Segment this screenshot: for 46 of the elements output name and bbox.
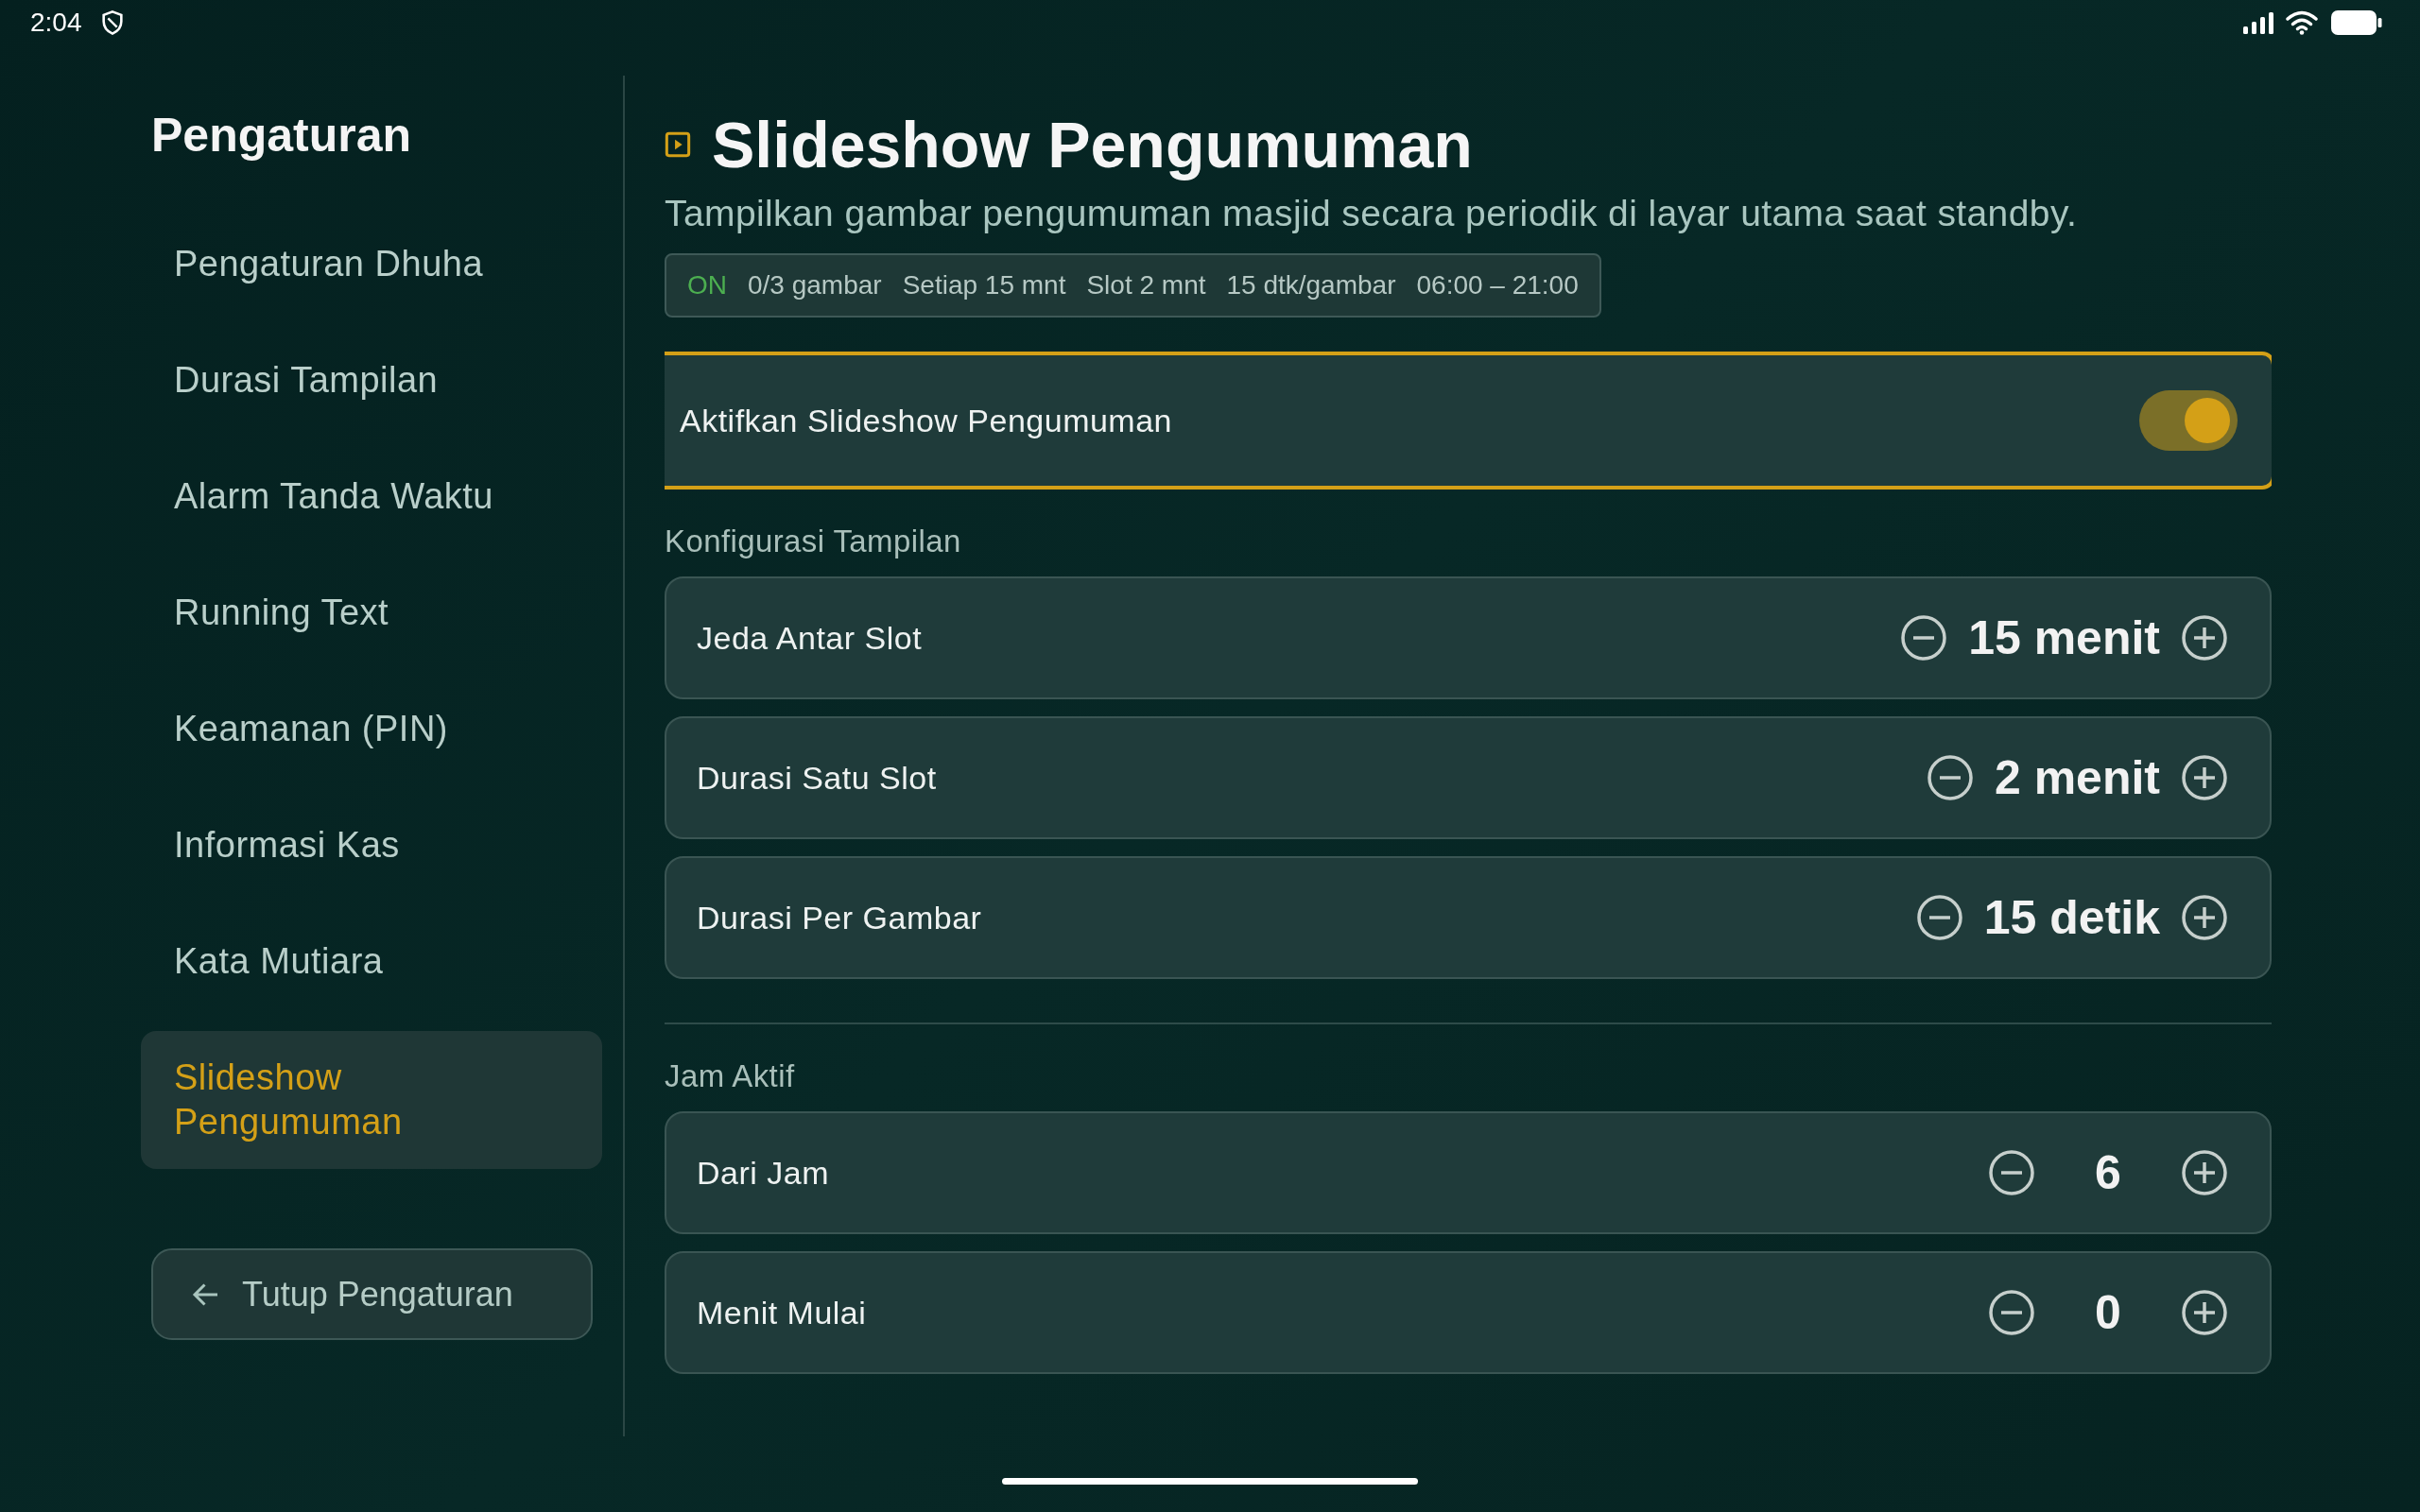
summary-item: Slot 2 mnt (1086, 270, 1206, 301)
minus-icon[interactable] (1988, 1289, 2035, 1336)
setting-value: 2 menit (1994, 750, 2160, 805)
wifi-icon (2286, 10, 2318, 35)
sidebar-item[interactable]: Durasi Tampilan (141, 322, 602, 438)
setting-label: Durasi Per Gambar (697, 899, 982, 936)
setting-label: Menit Mulai (697, 1294, 867, 1332)
setting-label: Jeda Antar Slot (697, 619, 923, 657)
minus-icon[interactable] (1988, 1149, 2035, 1196)
minus-icon[interactable] (1900, 614, 1948, 662)
setting-value: 0 (2094, 1285, 2122, 1340)
sidebar-item[interactable]: Alarm Tanda Waktu (141, 438, 602, 555)
section-title: Jam Aktif (665, 1058, 796, 1094)
plus-icon[interactable] (2181, 614, 2228, 662)
setting-value: 6 (2094, 1145, 2122, 1200)
slideshow-icon (665, 131, 691, 158)
sidebar-title: Pengaturan (151, 108, 413, 163)
setting-value: 15 detik (1983, 890, 2160, 945)
sidebar-item[interactable]: Pengaturan Dhuha (141, 206, 602, 322)
plus-icon[interactable] (2181, 1149, 2228, 1196)
page-description: Tampilkan gambar pengumuman masjid secara periodik di layar utama saat standby. (665, 193, 2079, 234)
sidebar-item[interactable]: Keamanan (PIN) (141, 671, 602, 787)
battery-icon (2331, 10, 2382, 35)
sidebar-item[interactable]: Slideshow Pengumuman (141, 1031, 602, 1169)
status-time: 2:04 (30, 8, 82, 38)
plus-icon[interactable] (2181, 754, 2228, 801)
sidebar-item[interactable]: Kata Mutiara (141, 903, 602, 1020)
setting-label: Dari Jam (697, 1154, 830, 1192)
signal-icon (2242, 11, 2274, 34)
section-title: Konfigurasi Tampilan (665, 524, 962, 559)
page-title: Slideshow Pengumuman (712, 108, 1473, 181)
summary-item: 15 dtk/gambar (1226, 270, 1396, 301)
sidebar-item[interactable]: Running Text (141, 555, 602, 671)
summary-item: Setiap 15 mnt (902, 270, 1066, 301)
close-settings-button[interactable]: Tutup Pengaturan (151, 1248, 593, 1340)
toggle-label: Aktifkan Slideshow Pengumuman (680, 402, 1172, 439)
setting-value: 15 menit (1968, 610, 2160, 665)
summary-item: 06:00 – 21:00 (1416, 270, 1579, 301)
minus-icon[interactable] (1915, 894, 1963, 941)
summary-item: 0/3 gambar (748, 270, 882, 301)
plus-icon[interactable] (2181, 1289, 2228, 1336)
minus-icon[interactable] (1926, 754, 1974, 801)
sidebar-item[interactable]: Informasi Kas (141, 787, 602, 903)
plus-icon[interactable] (2181, 894, 2228, 941)
setting-label: Durasi Satu Slot (697, 759, 937, 797)
status-label: ON (687, 270, 727, 301)
